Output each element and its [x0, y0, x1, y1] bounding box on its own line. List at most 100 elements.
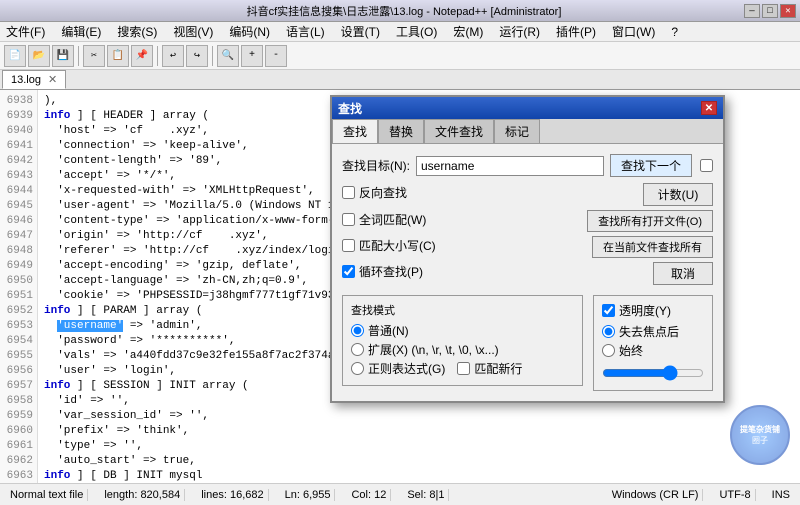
find-label: 查找目标(N): — [342, 157, 410, 174]
menu-item-n[interactable]: 编码(N) — [225, 22, 274, 41]
find-next-button[interactable]: 查找下一个 — [610, 154, 692, 177]
dialog-close-button[interactable]: ✕ — [701, 101, 717, 115]
find-input[interactable] — [416, 156, 604, 176]
search-mode-section: 查找模式 普通(N) 扩展(X) (\n, \r, \t, \0, \x...)… — [342, 289, 583, 391]
menu-item-f[interactable]: 文件(F) — [2, 22, 49, 41]
dialog-title: 查找 — [338, 100, 362, 117]
maximize-button[interactable]: □ — [762, 4, 778, 18]
radio-normal[interactable] — [351, 324, 364, 337]
menu-item-t[interactable]: 设置(T) — [337, 22, 384, 41]
checkbox-reverse[interactable] — [342, 186, 355, 199]
zoom-in-btn[interactable]: + — [241, 45, 263, 67]
code-line-6967: info ] [ DB ] INIT mysql — [44, 469, 794, 483]
radio-lost-focus-row: 失去焦点后 — [602, 323, 704, 340]
find-dialog: 查找 ✕ 查找 替换 文件查找 标记 查找目标(N): 查找下一个 反向查找 计… — [330, 95, 725, 403]
code-line-6962: 'var_session_id' => '', — [44, 409, 794, 424]
window-controls: — □ ✕ — [744, 4, 796, 18]
line-number-6943: 6943 — [4, 169, 33, 184]
menu-item-[interactable]: ? — [667, 24, 682, 40]
copy-btn[interactable]: 📋 — [107, 45, 129, 67]
line-numbers: 6938693969406941694269436944694569466947… — [0, 90, 38, 483]
find-target-row: 查找目标(N): 查找下一个 — [342, 154, 713, 177]
radio-regex-label: 正则表达式(G) — [368, 360, 445, 377]
find-all-open-button[interactable]: 查找所有打开文件(O) — [587, 210, 713, 232]
line-number-6955: 6955 — [4, 349, 33, 364]
dialog-tab-mark[interactable]: 标记 — [494, 119, 540, 143]
zoom-out-btn[interactable]: - — [265, 45, 287, 67]
tab-13-log[interactable]: 13.log ✕ — [2, 70, 66, 89]
radio-regex[interactable] — [351, 362, 364, 375]
menu-item-v[interactable]: 视图(V) — [169, 22, 217, 41]
line-ending-status: Windows (CR LF) — [608, 489, 704, 501]
line-number-6939: 6939 — [4, 109, 33, 124]
dialog-body: 查找目标(N): 查找下一个 反向查找 计数(U) 全词匹配(W) 查找所有打开… — [332, 144, 723, 401]
menu-item-s[interactable]: 搜索(S) — [113, 22, 161, 41]
lines-status: lines: 16,682 — [197, 489, 268, 501]
find-all-current-button[interactable]: 在当前文件查找所有 — [592, 236, 713, 258]
menu-item-r[interactable]: 运行(R) — [495, 22, 544, 41]
menu-item-w[interactable]: 窗口(W) — [608, 22, 659, 41]
checkbox-loop[interactable] — [342, 265, 355, 278]
transparency-section: 透明度(Y) 失去焦点后 始终 — [593, 289, 713, 391]
toolbar-separator-2 — [157, 46, 158, 66]
watermark: 提笔杂货铺 圈子 — [730, 405, 790, 465]
line-number-6938: 6938 — [4, 94, 33, 109]
line-number-6952: 6952 — [4, 304, 33, 319]
radio-extended[interactable] — [351, 343, 364, 356]
radio-always[interactable] — [602, 344, 615, 357]
line-number-6960: 6960 — [4, 424, 33, 439]
redo-btn[interactable]: ↪ — [186, 45, 208, 67]
menu-item-o[interactable]: 工具(O) — [392, 22, 441, 41]
open-file-btn[interactable]: 📂 — [28, 45, 50, 67]
radio-normal-row: 普通(N) — [351, 322, 574, 339]
line-number-6956: 6956 — [4, 364, 33, 379]
search-mode-box: 查找模式 普通(N) 扩展(X) (\n, \r, \t, \0, \x...)… — [342, 295, 583, 386]
col-status: Col: 12 — [347, 489, 391, 501]
radio-lost-focus[interactable] — [602, 325, 615, 338]
find-btn[interactable]: 🔍 — [217, 45, 239, 67]
dialog-tab-replace[interactable]: 替换 — [378, 119, 424, 143]
dialog-bottom: 查找模式 普通(N) 扩展(X) (\n, \r, \t, \0, \x...)… — [342, 289, 713, 391]
checkbox-loop-row: 循环查找(P) — [342, 263, 423, 280]
line-number-6957: 6957 — [4, 379, 33, 394]
dialog-tab-find[interactable]: 查找 — [332, 119, 378, 143]
toolbar-separator-3 — [212, 46, 213, 66]
checkbox-transparency[interactable] — [602, 304, 615, 317]
sel-status: Sel: 8|1 — [403, 489, 449, 501]
cut-btn[interactable]: ✂ — [83, 45, 105, 67]
dialog-tab-file-find[interactable]: 文件查找 — [424, 119, 494, 143]
checkbox-match-case-label: 匹配大小写(C) — [359, 237, 436, 254]
menu-item-m[interactable]: 宏(M) — [449, 22, 487, 41]
line-number-6946: 6946 — [4, 214, 33, 229]
paste-btn[interactable]: 📌 — [131, 45, 153, 67]
checkbox-whole-word[interactable] — [342, 213, 355, 226]
save-btn[interactable]: 💾 — [52, 45, 74, 67]
undo-btn[interactable]: ↩ — [162, 45, 184, 67]
find-checkbox-x[interactable] — [700, 159, 713, 172]
menu-item-e[interactable]: 编辑(E) — [57, 22, 105, 41]
close-button[interactable]: ✕ — [780, 4, 796, 18]
line-number-6963: 6963 — [4, 469, 33, 483]
menu-item-p[interactable]: 插件(P) — [552, 22, 600, 41]
code-line-6963: 'prefix' => 'think', — [44, 424, 794, 439]
radio-extended-row: 扩展(X) (\n, \r, \t, \0, \x...) — [351, 341, 574, 358]
cancel-button[interactable]: 取消 — [653, 262, 713, 285]
radio-regex-row: 正则表达式(G) 匹配新行 — [351, 360, 574, 377]
dialog-tab-bar: 查找 替换 文件查找 标记 — [332, 119, 723, 144]
line-number-6944: 6944 — [4, 184, 33, 199]
length-status: length: 820,584 — [100, 489, 185, 501]
file-type-status: Normal text file — [6, 489, 88, 501]
encoding-status: UTF-8 — [715, 489, 755, 501]
menu-item-l[interactable]: 语言(L) — [282, 22, 329, 41]
checkbox-match-case[interactable] — [342, 239, 355, 252]
line-number-6962: 6962 — [4, 454, 33, 469]
radio-normal-label: 普通(N) — [368, 322, 409, 339]
line-number-6941: 6941 — [4, 139, 33, 154]
checkbox-dotmatch[interactable] — [457, 362, 470, 375]
transparency-slider[interactable] — [602, 365, 704, 381]
count-button[interactable]: 计数(U) — [643, 183, 713, 206]
window-title: 抖音cf实挂信息搜集\日志泄露\13.log - Notepad++ [Admi… — [64, 3, 744, 19]
minimize-button[interactable]: — — [744, 4, 760, 18]
transparency-label: 透明度(Y) — [619, 302, 671, 319]
new-file-btn[interactable]: 📄 — [4, 45, 26, 67]
